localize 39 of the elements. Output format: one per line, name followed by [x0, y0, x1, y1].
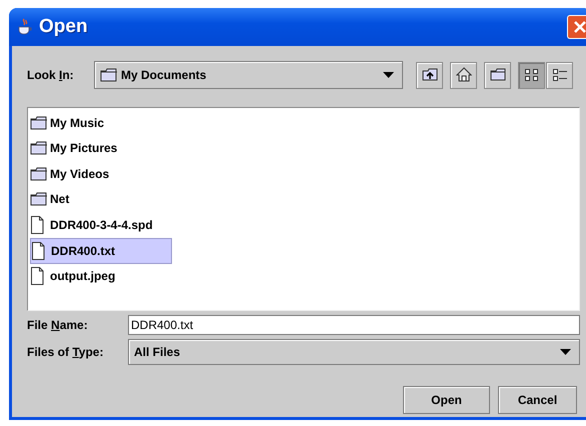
folder-icon [490, 67, 506, 83]
close-icon [572, 20, 586, 34]
open-button[interactable]: Open [403, 386, 490, 414]
toolbar-button[interactable] [484, 62, 511, 88]
cancel-button[interactable]: Cancel [498, 386, 577, 414]
document-icon [30, 267, 44, 286]
document-icon [30, 216, 44, 234]
file-list-item[interactable]: output.jpeg [30, 264, 120, 289]
list-view-icon [524, 67, 540, 83]
close-button[interactable] [567, 15, 586, 39]
file-list-item[interactable]: My Pictures [30, 136, 122, 161]
file-name-field[interactable]: DDR400.txt [128, 315, 580, 335]
up-folder-icon [422, 67, 438, 83]
file-list-item[interactable]: Net [30, 186, 74, 212]
file-type-dropdown[interactable]: All Files [128, 339, 580, 365]
caret-icon [560, 349, 571, 355]
window-title: Open [39, 16, 88, 38]
folder-icon [100, 68, 118, 82]
coffee-cup-icon [17, 18, 33, 36]
folder-icon [30, 192, 48, 206]
file-name-label: File Name: [27, 318, 89, 332]
toolbar-button[interactable] [450, 62, 477, 88]
look-in-dropdown[interactable]: My Documents [94, 61, 403, 89]
folder-icon [30, 116, 48, 130]
document-icon [31, 242, 45, 260]
toolbar-button[interactable] [416, 62, 443, 88]
file-type-label: Files of Type: [27, 345, 104, 359]
look-in-label: Look In: [27, 68, 75, 82]
toolbar-button[interactable] [546, 62, 573, 88]
folder-icon [30, 166, 48, 181]
file-list-item[interactable]: DDR400-3-4-4.spd [30, 212, 157, 238]
file-list-item[interactable]: My Music [30, 110, 108, 136]
toolbar-button[interactable] [518, 62, 545, 88]
caret-icon [383, 72, 394, 78]
folder-icon [30, 141, 48, 156]
file-list-item[interactable]: My Videos [30, 161, 114, 186]
home-icon [456, 67, 472, 83]
details-view-icon [552, 67, 568, 83]
file-list-item[interactable]: DDR400.txt [30, 238, 172, 264]
